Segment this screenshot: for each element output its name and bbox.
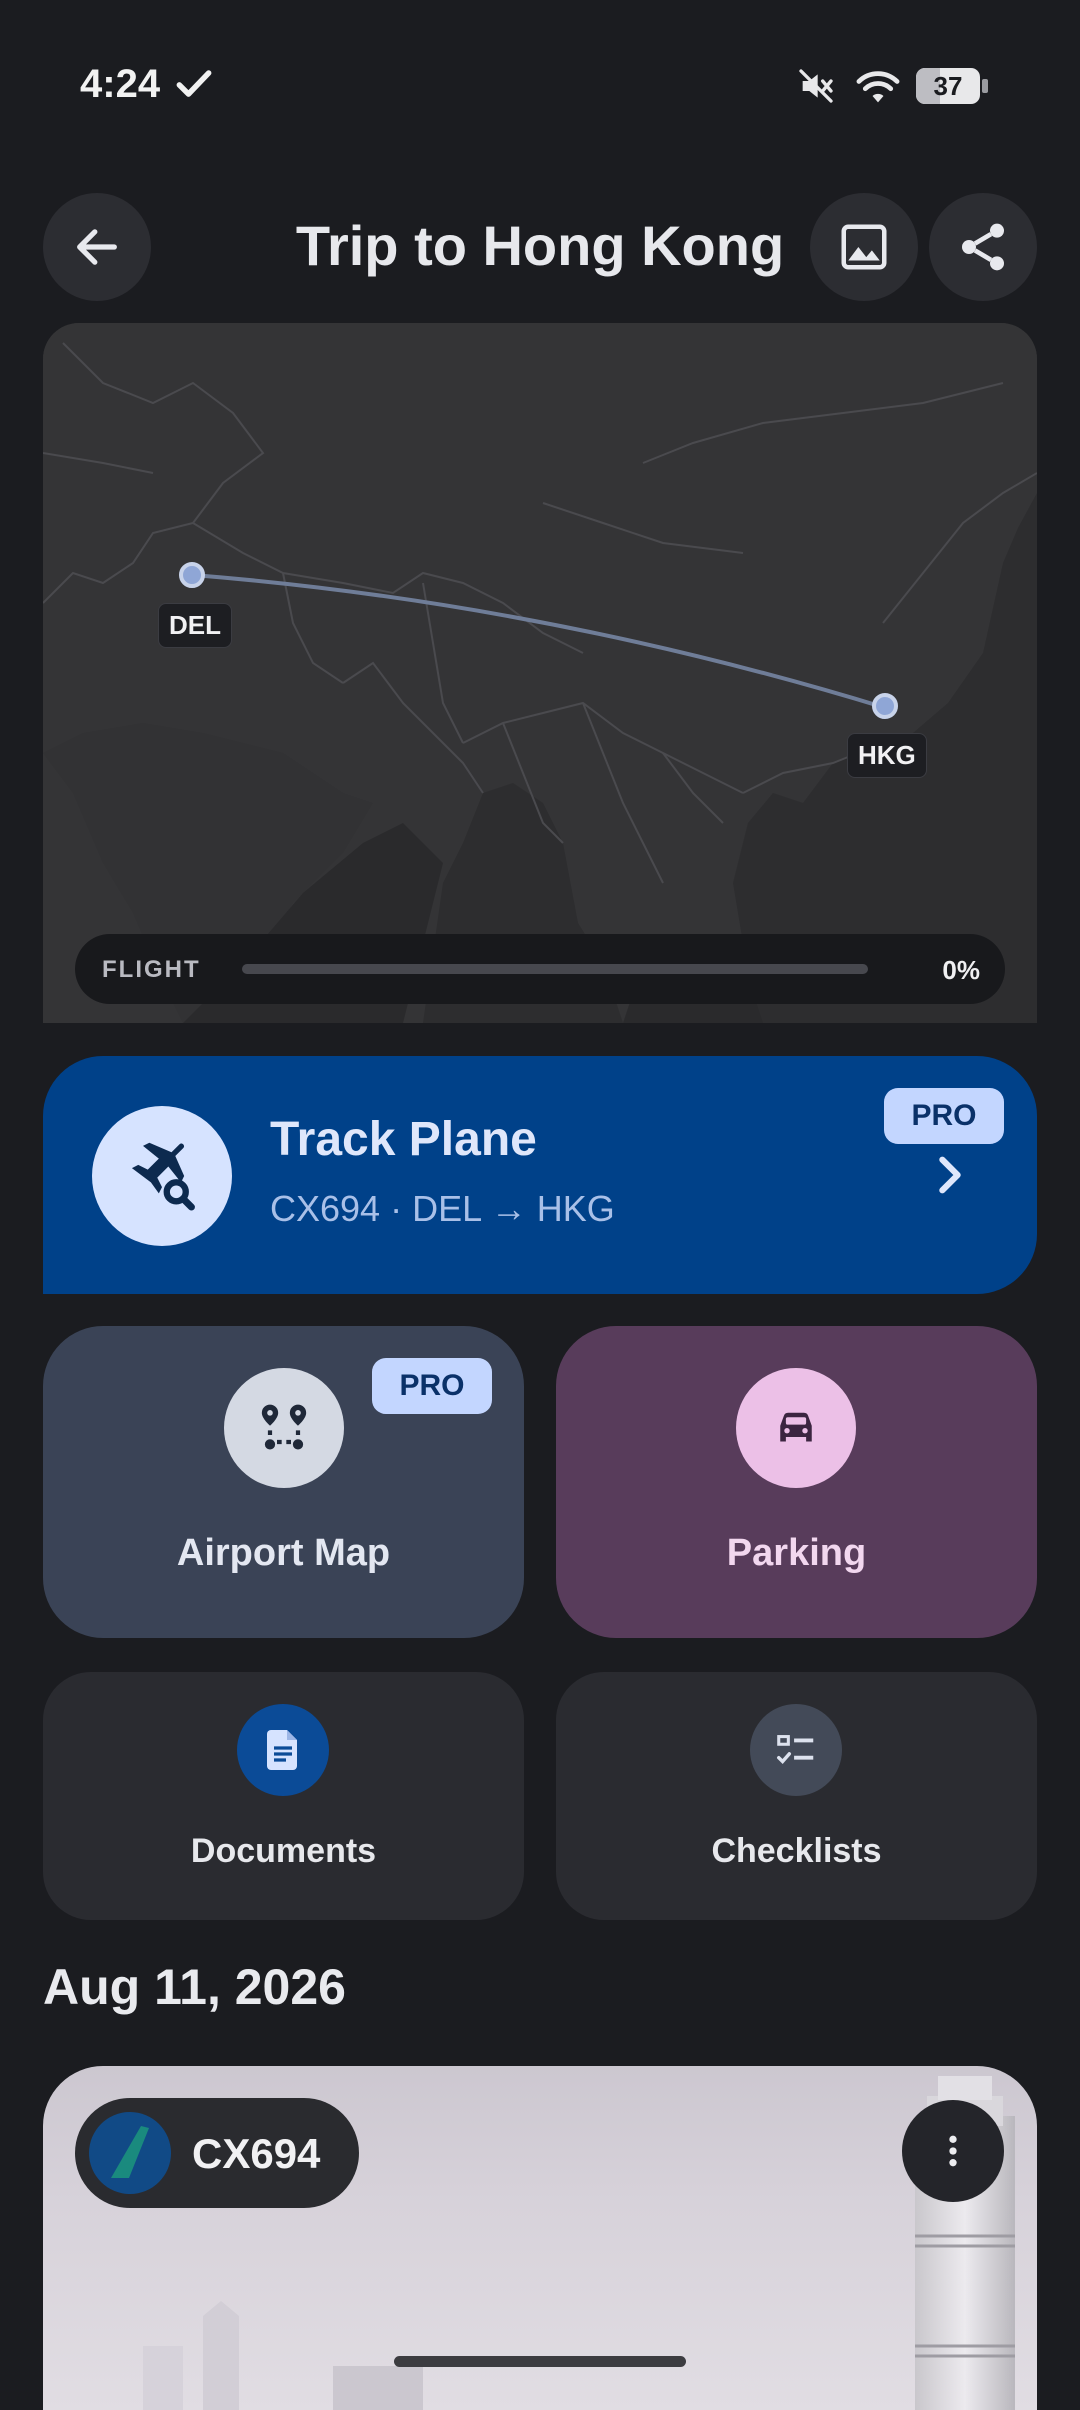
flight-number: CX694 bbox=[192, 2130, 321, 2177]
route-map[interactable]: DEL HKG bbox=[43, 323, 1037, 1023]
arrow-left-icon bbox=[77, 229, 117, 265]
chevron-right-icon bbox=[939, 1156, 961, 1194]
checklists-icon-circle bbox=[750, 1704, 842, 1796]
destination-label: HKG bbox=[847, 733, 927, 778]
pro-badge: PRO bbox=[884, 1088, 1004, 1144]
date-heading: Aug 11, 2026 bbox=[43, 1959, 346, 2015]
battery-level: 37 bbox=[933, 71, 963, 101]
share-button[interactable] bbox=[929, 193, 1037, 301]
flight-progress-label: FLIGHT bbox=[102, 956, 201, 983]
mute-icon bbox=[799, 69, 833, 103]
checklist-icon bbox=[777, 1735, 814, 1765]
airport-map-icon-circle bbox=[224, 1368, 344, 1488]
documents-icon-circle bbox=[237, 1704, 329, 1796]
map-background bbox=[43, 323, 1037, 1023]
wifi-icon bbox=[856, 71, 900, 103]
status-time: 4:24 bbox=[80, 62, 161, 106]
checklists-label: Checklists bbox=[711, 1832, 882, 1870]
flight-progress-value: 0% bbox=[942, 955, 980, 985]
image-icon bbox=[841, 224, 887, 270]
route-pins-icon bbox=[261, 1404, 307, 1450]
document-icon bbox=[267, 1730, 297, 1770]
destination-pin[interactable] bbox=[872, 693, 898, 719]
check-icon bbox=[176, 70, 212, 97]
more-vertical-icon bbox=[949, 2135, 957, 2167]
plane-search-icon bbox=[131, 1142, 195, 1211]
back-button[interactable] bbox=[43, 193, 151, 301]
home-indicator[interactable] bbox=[394, 2356, 686, 2367]
track-plane-title: Track Plane bbox=[270, 1113, 537, 1166]
track-plane-icon-circle bbox=[92, 1106, 232, 1246]
pro-badge: PRO bbox=[372, 1358, 492, 1414]
origin-pin[interactable] bbox=[179, 562, 205, 588]
image-button[interactable] bbox=[810, 193, 918, 301]
more-options-button[interactable] bbox=[902, 2100, 1004, 2202]
share-icon bbox=[962, 223, 1004, 271]
parking-label: Parking bbox=[726, 1532, 867, 1574]
track-plane-subtitle: CX694 · DEL → HKG bbox=[270, 1188, 615, 1229]
flight-progress-track bbox=[242, 964, 868, 974]
airline-logo-mark bbox=[111, 2126, 149, 2178]
documents-label: Documents bbox=[190, 1832, 377, 1870]
page-title: Trip to Hong Kong bbox=[295, 214, 785, 277]
parking-icon-circle bbox=[736, 1368, 856, 1488]
battery-icon: 37 bbox=[916, 68, 988, 104]
cathay-logo bbox=[89, 2112, 171, 2194]
car-icon bbox=[780, 1412, 812, 1442]
airport-map-label: Airport Map bbox=[176, 1532, 391, 1574]
origin-label: DEL bbox=[158, 603, 232, 648]
